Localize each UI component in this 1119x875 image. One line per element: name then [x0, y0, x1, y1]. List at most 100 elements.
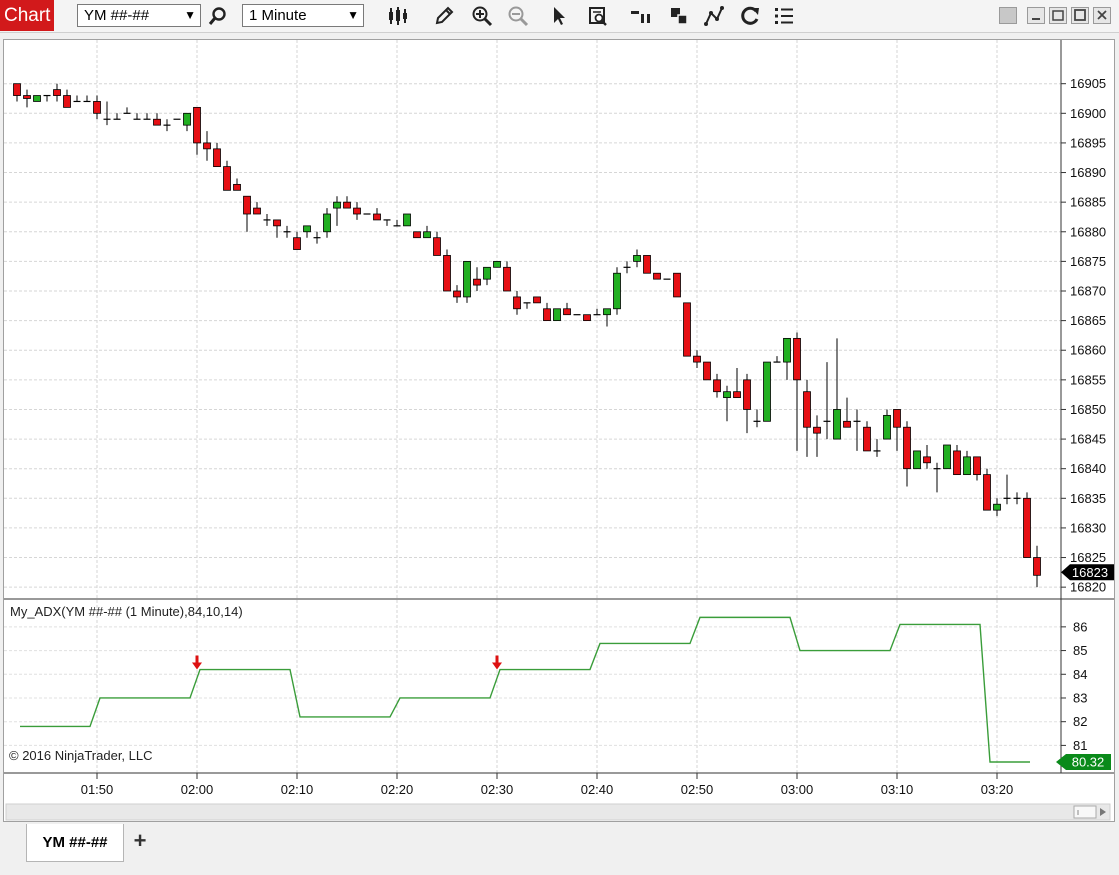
candle [993, 498, 1001, 517]
candle-body [373, 213, 381, 221]
candle [343, 196, 351, 209]
candle [903, 421, 911, 487]
minimize-icon[interactable] [1027, 7, 1045, 24]
candle [243, 195, 251, 232]
price-axis: 16905 16900 16895 16890 16885 16880 16875 16870… [1061, 76, 1106, 595]
candle-body [403, 213, 411, 227]
candle-body [803, 391, 811, 428]
candle [493, 260, 501, 268]
last-price-marker: 16823 [1061, 564, 1114, 581]
interval-selector[interactable]: 1 Minute ▼ [242, 4, 364, 27]
close-icon[interactable] [1093, 7, 1111, 24]
candle [513, 291, 521, 315]
candle-body [553, 308, 561, 322]
time-tick-label: 03:10 [881, 782, 914, 797]
candle [383, 219, 391, 226]
candle [143, 113, 151, 120]
time-tick-label: 03:00 [781, 782, 814, 797]
candle [873, 439, 881, 457]
candle-body [503, 266, 511, 292]
candle [113, 113, 121, 120]
price-tick-label: 16890 [1070, 165, 1106, 180]
data-box-icon[interactable] [585, 3, 611, 29]
candle [223, 160, 231, 191]
candle-body [483, 266, 491, 280]
candle-body [743, 379, 751, 410]
app-title: Chart [0, 0, 54, 31]
candle [973, 456, 981, 481]
tab-bar: YM ##-## + [0, 822, 1119, 875]
candle-body [633, 255, 641, 262]
candle [583, 314, 591, 322]
candle-body [443, 255, 451, 292]
add-tab-button[interactable]: + [126, 826, 154, 856]
candle-body [323, 213, 331, 233]
candle-body [613, 272, 621, 310]
candle-body [433, 237, 441, 256]
candle-body [473, 278, 481, 286]
candle-body [723, 391, 731, 399]
candle [263, 214, 271, 226]
time-axis: 01:50 02:00 02:10 02:20 02:30 02:40 02:50 03:00… [81, 773, 1013, 797]
pencil-icon[interactable] [431, 3, 457, 29]
candle [163, 119, 171, 132]
candle [933, 462, 941, 493]
price-tick-label: 16835 [1070, 491, 1106, 506]
price-tick-label: 16825 [1070, 550, 1106, 565]
candle-body [763, 361, 771, 422]
candle-body [413, 231, 421, 239]
candle-body [193, 106, 201, 144]
candle-body [733, 391, 741, 399]
candle-body [863, 426, 871, 452]
candle [893, 409, 901, 451]
candle-body [203, 142, 211, 150]
candle-body [703, 361, 711, 381]
candle-body [903, 426, 911, 470]
bars-icon[interactable] [385, 3, 411, 29]
adx-line [20, 616, 1030, 763]
candle [833, 338, 841, 440]
candle [43, 94, 51, 102]
list-icon[interactable] [771, 3, 797, 29]
tab-ym[interactable]: YM ##-## [26, 824, 124, 862]
horizontal-scrollbar[interactable] [5, 803, 1111, 821]
indicator-tick-label: 82 [1073, 714, 1087, 729]
window-option-button[interactable] [999, 7, 1017, 24]
candle [1023, 492, 1031, 558]
refresh-icon[interactable] [737, 3, 763, 29]
search-icon[interactable] [205, 3, 231, 29]
instrument-selector[interactable]: YM ##-## ▼ [77, 4, 201, 27]
candle [853, 409, 861, 451]
zoom-in-icon[interactable] [469, 3, 495, 29]
chart-svg[interactable]: 16905 16900 16895 16890 16885 16880 16875 16870… [4, 40, 1114, 821]
candle-body [943, 444, 951, 470]
indicator-tick-label: 81 [1073, 738, 1087, 753]
candle-body [963, 456, 971, 476]
chevron-down-icon: ▼ [347, 8, 359, 22]
plot-style-icon[interactable] [628, 3, 654, 29]
strategy-icon[interactable] [701, 3, 727, 29]
chart-area[interactable]: 16905 16900 16895 16890 16885 16880 16875 16870… [3, 39, 1115, 822]
candle-body [233, 183, 241, 191]
maximize-icon[interactable] [1071, 7, 1089, 24]
candle [253, 202, 261, 215]
zoom-out-icon[interactable] [505, 3, 531, 29]
restore-icon[interactable] [1049, 7, 1067, 24]
candle [153, 113, 161, 126]
pointer-icon[interactable] [546, 3, 572, 29]
time-tick-label: 02:50 [681, 782, 714, 797]
layers-icon[interactable] [666, 3, 692, 29]
candle-body [643, 255, 651, 274]
candle [943, 444, 951, 470]
candle [423, 225, 431, 239]
candle-body [273, 219, 281, 227]
candle [613, 267, 621, 315]
candle [73, 95, 81, 103]
candlestick-series [13, 83, 1041, 588]
candle [773, 356, 781, 363]
candle [443, 249, 451, 292]
candle-body [783, 337, 791, 363]
scroll-thumb[interactable] [1073, 805, 1097, 819]
candle [653, 272, 661, 280]
copyright-label: © 2016 NinjaTrader, LLC [9, 748, 153, 763]
